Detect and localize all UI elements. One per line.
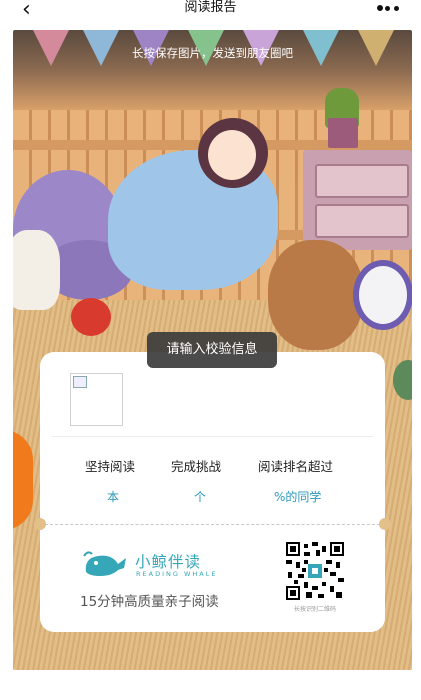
card-notch: [34, 518, 46, 530]
dresser-drawer: [315, 164, 409, 198]
girl-face: [208, 130, 256, 180]
card-notch: [379, 518, 391, 530]
dresser-drawer: [315, 204, 409, 238]
white-bear: [13, 230, 60, 310]
nav-bar: ‹ 阅读报告: [0, 0, 421, 22]
dresser: [303, 150, 412, 250]
teddy-bear: [268, 240, 363, 350]
stat-value-ranking: %的同学: [274, 490, 322, 504]
beach-ball: [353, 260, 412, 330]
report-card: 坚持阅读 完成挑战 阅读排名超过 本 个 %的同学 小鲸伴读 READING W…: [34, 352, 391, 632]
page-title: 阅读报告: [184, 0, 237, 15]
yarn-ball: [71, 298, 111, 336]
save-hint: 长按保存图片，发送到朋友圈吧: [132, 46, 293, 60]
brand-slogan: 15分钟高质量亲子阅读: [80, 594, 219, 610]
brand-name: 小鲸伴读: [135, 553, 202, 571]
broken-image-icon: [73, 376, 87, 388]
stat-value-challenges: 个: [194, 490, 207, 504]
qr-caption: 长按识别二维码: [293, 606, 336, 613]
qr-code[interactable]: [286, 542, 344, 600]
divider: [52, 436, 373, 437]
cactus-pot: [328, 118, 358, 148]
dashed-divider: [40, 524, 385, 525]
whale-logo-icon: [83, 551, 126, 576]
avatar: [70, 373, 123, 426]
brand-name-en: READING WHALE: [136, 570, 218, 578]
stat-label-books: 坚持阅读: [85, 459, 136, 474]
more-dots-icon[interactable]: [377, 2, 405, 14]
toast-message: 请输入校验信息: [147, 332, 277, 368]
stat-value-books: 本: [107, 490, 120, 504]
stat-label-challenges: 完成挑战: [171, 459, 222, 474]
stat-label-ranking: 阅读排名超过: [258, 459, 334, 474]
